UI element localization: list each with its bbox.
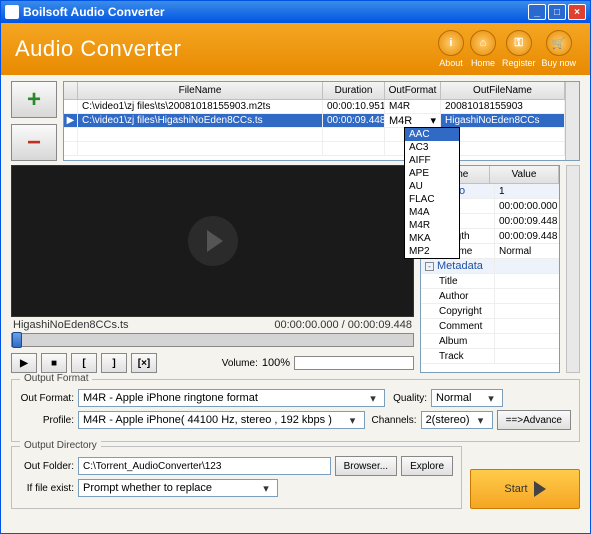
mark-out-button[interactable]: ] (101, 353, 127, 373)
outformat-combo[interactable]: M4R - Apple iPhone ringtone format▾ (78, 389, 385, 407)
outfolder-input[interactable] (78, 457, 331, 475)
clear-marks-button[interactable]: [×] (131, 353, 157, 373)
start-button[interactable]: Start (470, 469, 580, 509)
file-table[interactable]: FileName Duration OutFormat OutFileName … (63, 81, 580, 161)
prop-row[interactable]: Copyright (421, 304, 559, 319)
collapse-icon[interactable]: - (425, 262, 434, 271)
home-icon: ⌂ (470, 30, 496, 56)
play-button[interactable]: ▶ (11, 353, 37, 373)
output-directory-group: Output Directory Out Folder: Browser... … (11, 446, 462, 509)
table-row[interactable] (64, 128, 565, 142)
about-button[interactable]: i About (438, 30, 464, 68)
table-row[interactable] (64, 142, 565, 156)
dropdown-option[interactable]: MKA (405, 232, 459, 245)
table-row[interactable]: ▶ C:\video1\zj files\HigashiNoEden8CCs.t… (64, 114, 565, 128)
file-table-scrollbar[interactable] (565, 82, 579, 160)
fileexist-combo[interactable]: Prompt whether to replace▾ (78, 479, 278, 497)
quality-label: Quality: (389, 393, 427, 404)
mark-in-button[interactable]: [ (71, 353, 97, 373)
play-overlay-icon[interactable] (188, 216, 238, 266)
cart-icon: 🛒 (546, 30, 572, 56)
dropdown-option[interactable]: AU (405, 180, 459, 193)
buynow-button[interactable]: 🛒 Buy now (541, 30, 576, 68)
prop-row[interactable]: Comment (421, 319, 559, 334)
seek-slider[interactable] (11, 333, 414, 347)
browse-button[interactable]: Browser... (335, 456, 397, 476)
app-icon (5, 5, 19, 19)
col-outformat[interactable]: OutFormat (385, 82, 441, 99)
prop-row[interactable]: Track (421, 349, 559, 364)
window-title: Boilsoft Audio Converter (23, 5, 165, 19)
properties-scrollbar[interactable] (566, 165, 580, 373)
col-prop-value[interactable]: Value (490, 166, 559, 183)
profile-combo[interactable]: M4R - Apple iPhone( 44100 Hz, stereo , 1… (78, 411, 365, 429)
chevron-down-icon: ▾ (346, 414, 360, 427)
explore-button[interactable]: Explore (401, 456, 453, 476)
dropdown-option[interactable]: M4R (405, 219, 459, 232)
col-duration[interactable]: Duration (323, 82, 385, 99)
row-indicator-icon: ▶ (64, 114, 78, 127)
preview-pane[interactable] (11, 165, 414, 317)
profile-label: Profile: (20, 415, 74, 426)
app-title: Audio Converter (15, 36, 181, 62)
chevron-down-icon: ▾ (474, 414, 488, 427)
volume-value: 100% (262, 357, 290, 369)
header: Audio Converter i About ⌂ Home ⚿ Registe… (1, 23, 590, 75)
dropdown-option[interactable]: M4A (405, 206, 459, 219)
advance-button[interactable]: ==>Advance (497, 410, 571, 430)
chevron-down-icon: ▾ (484, 392, 498, 405)
dropdown-option[interactable]: MP2 (405, 245, 459, 258)
fileexist-label: If file exist: (20, 483, 74, 494)
play-icon (534, 481, 546, 497)
slider-thumb[interactable] (12, 332, 22, 348)
stop-button[interactable]: ■ (41, 353, 67, 373)
info-icon: i (438, 30, 464, 56)
prop-row[interactable]: Title (421, 274, 559, 289)
prop-row[interactable]: Author (421, 289, 559, 304)
chevron-down-icon: ▾ (366, 392, 380, 405)
maximize-button[interactable]: □ (548, 4, 566, 20)
output-format-group: Output Format Out Format: M4R - Apple iP… (11, 379, 580, 442)
outformat-dropdown[interactable]: AAC AC3 AIFF APE AU FLAC M4A M4R MKA MP2 (404, 127, 460, 259)
volume-slider[interactable] (294, 356, 414, 370)
chevron-down-icon: ▾ (259, 482, 273, 495)
dropdown-option[interactable]: FLAC (405, 193, 459, 206)
quality-combo[interactable]: Normal▾ (431, 389, 503, 407)
volume-label: Volume: (222, 358, 258, 369)
dropdown-option[interactable]: AIFF (405, 154, 459, 167)
chevron-down-icon: ▾ (430, 114, 436, 127)
channels-combo[interactable]: 2(stereo)▾ (421, 411, 493, 429)
outformat-label: Out Format: (20, 393, 74, 404)
channels-label: Channels: (369, 415, 417, 426)
key-icon: ⚿ (506, 30, 532, 56)
preview-time: 00:00:00.000 / 00:00:09.448 (274, 319, 412, 331)
close-button[interactable]: × (568, 4, 586, 20)
prop-row[interactable]: Album (421, 334, 559, 349)
home-button[interactable]: ⌂ Home (470, 30, 496, 68)
outformat-cell-dropdown[interactable]: M4R▾ (385, 114, 441, 127)
remove-file-button[interactable]: − (11, 124, 57, 161)
dropdown-option[interactable]: AAC (405, 128, 459, 141)
register-button[interactable]: ⚿ Register (502, 30, 536, 68)
outfolder-label: Out Folder: (20, 461, 74, 472)
prop-row[interactable]: -Metadata (421, 259, 559, 274)
col-outfilename[interactable]: OutFileName (441, 82, 565, 99)
col-filename[interactable]: FileName (78, 82, 323, 99)
add-file-button[interactable]: + (11, 81, 57, 118)
titlebar: Boilsoft Audio Converter _ □ × (1, 1, 590, 23)
minimize-button[interactable]: _ (528, 4, 546, 20)
table-row[interactable]: C:\video1\zj files\ts\20081018155903.m2t… (64, 100, 565, 114)
preview-filename: HigashiNoEden8CCs.ts (13, 319, 129, 331)
dropdown-option[interactable]: APE (405, 167, 459, 180)
dropdown-option[interactable]: AC3 (405, 141, 459, 154)
